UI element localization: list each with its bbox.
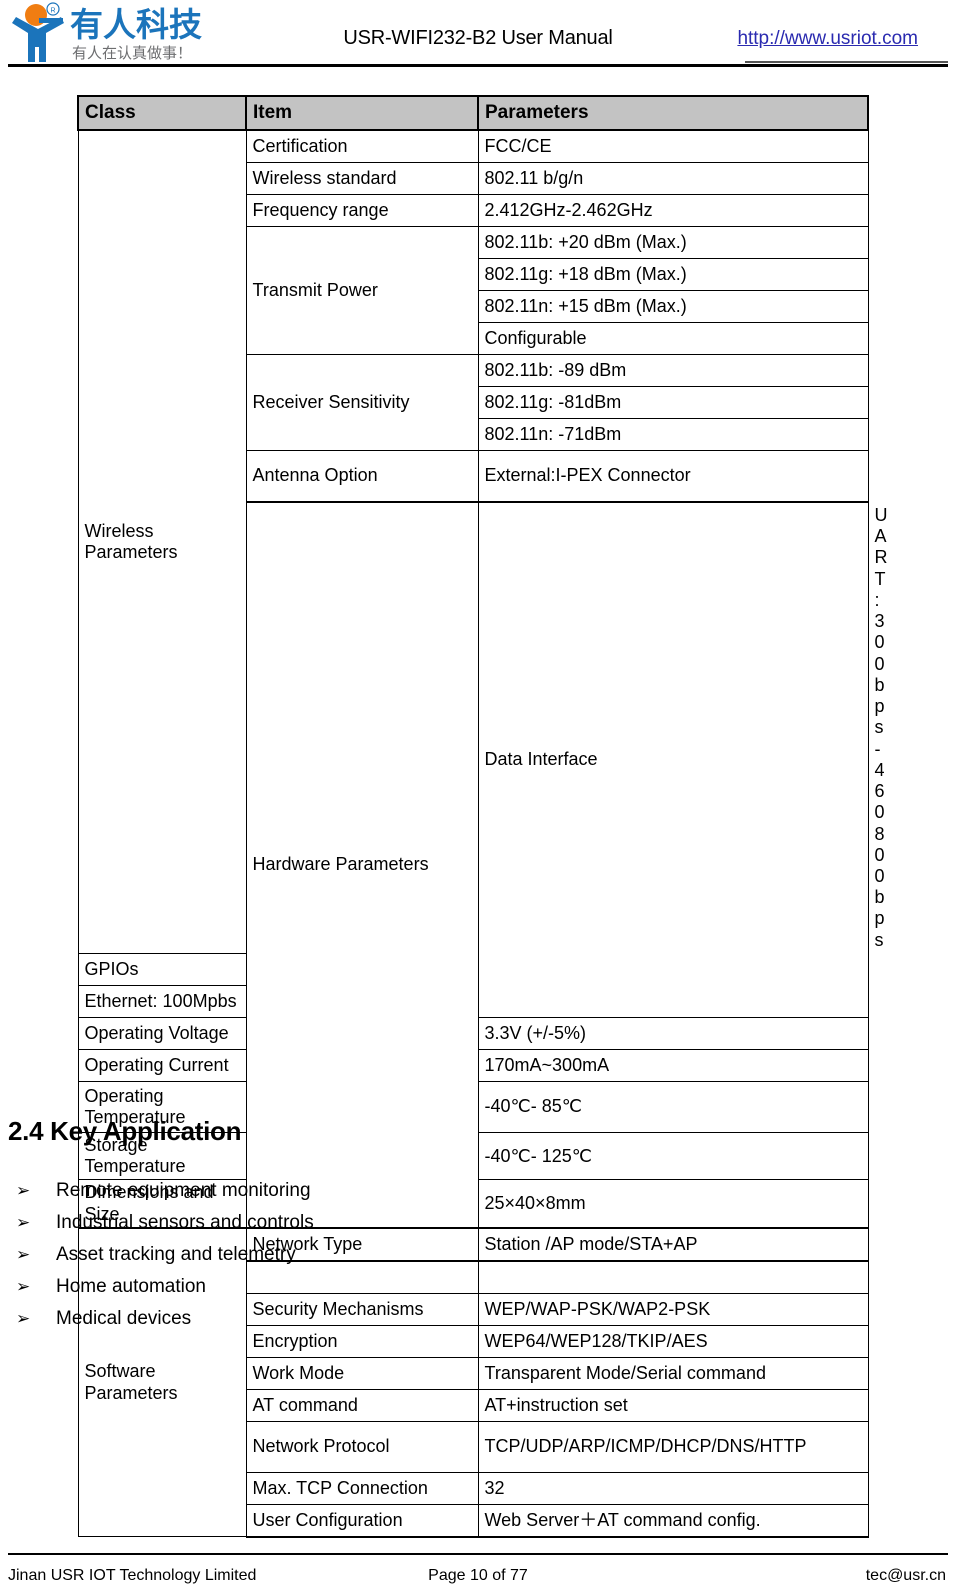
param-cell: 170mA~300mA — [477, 1048, 869, 1082]
section-heading-key-application: 2.4 Key Application — [8, 1116, 242, 1146]
item-cell: Antenna Option — [245, 450, 479, 503]
list-item: ➢ Industrial sensors and controls — [8, 1212, 608, 1244]
arrow-bullet-icon: ➢ — [16, 1213, 31, 1232]
param-cell: 802.11n: +15 dBm (Max.) — [477, 290, 869, 323]
param-cell: 802.11g: +18 dBm (Max.) — [477, 258, 869, 291]
list-item: ➢ Medical devices — [8, 1308, 608, 1340]
item-cell: Wireless standard — [245, 162, 479, 195]
header-divider-accent — [745, 61, 948, 63]
list-item: ➢ Asset tracking and telemetry — [8, 1244, 608, 1276]
footer-email: tec@usr.cn — [865, 1567, 946, 1584]
list-item-label: Home automation — [56, 1276, 206, 1297]
param-cell: 802.11n: -71dBm — [477, 418, 869, 451]
list-item-label: Remote equipment monitoring — [56, 1180, 311, 1201]
arrow-bullet-icon: ➢ — [16, 1309, 31, 1328]
item-cell: Frequency range — [245, 194, 479, 227]
param-cell: GPIOs — [77, 952, 247, 986]
param-cell: -40℃- 125℃ — [477, 1131, 869, 1181]
list-item-label: Asset tracking and telemetry — [56, 1244, 296, 1265]
item-cell: Operating Voltage — [77, 1016, 247, 1050]
param-cell: External:I-PEX Connector — [477, 450, 869, 503]
param-cell: 802.11 b/g/n — [477, 162, 869, 195]
item-cell: Certification — [245, 129, 479, 163]
item-cell: Max. TCP Connection — [245, 1471, 479, 1505]
item-cell: User Configuration — [245, 1503, 479, 1538]
key-application-list: ➢ Remote equipment monitoring ➢ Industri… — [8, 1180, 608, 1340]
column-header-class: Class — [77, 95, 247, 131]
param-cell: Transparent Mode/Serial command — [477, 1356, 869, 1390]
item-cell: Operating Current — [77, 1048, 247, 1082]
arrow-bullet-icon: ➢ — [16, 1245, 31, 1264]
param-cell: 2.412GHz-2.462GHz — [477, 194, 869, 227]
item-cell: AT command — [245, 1388, 479, 1422]
param-cell: Configurable — [477, 322, 869, 355]
section-label-hardware: Hardware Parameters — [245, 501, 479, 1229]
item-cell: Network Protocol — [245, 1420, 479, 1473]
item-cell: Work Mode — [245, 1356, 479, 1390]
item-cell: Data Interface — [477, 500, 869, 1018]
list-item-label: Medical devices — [56, 1308, 192, 1329]
param-cell: FCC/CE — [477, 129, 869, 163]
table-row: Wireless Parameters Certification FCC/CE — [77, 129, 869, 954]
list-item-label: Industrial sensors and controls — [56, 1212, 314, 1233]
param-cell: 802.11g: -81dBm — [477, 386, 869, 419]
param-cell: AT+instruction set — [477, 1388, 869, 1422]
table-header-row: Class Item Parameters — [77, 95, 869, 131]
param-cell: 32 — [477, 1471, 869, 1505]
list-item: ➢ Home automation — [8, 1276, 608, 1308]
param-cell: -40℃- 85℃ — [477, 1080, 869, 1133]
column-header-item: Item — [245, 95, 479, 131]
section-label-wireless: Wireless Parameters — [77, 129, 247, 954]
column-header-parameters: Parameters — [477, 95, 869, 131]
param-cell: Web Server＋AT command config. — [477, 1503, 869, 1538]
header-website-link[interactable]: http://www.usriot.com — [737, 28, 918, 50]
list-item: ➢ Remote equipment monitoring — [8, 1180, 608, 1212]
arrow-bullet-icon: ➢ — [16, 1277, 31, 1296]
param-cell: 3.3V (+/-5%) — [477, 1016, 869, 1050]
arrow-bullet-icon: ➢ — [16, 1181, 31, 1200]
param-cell: Ethernet: 100Mpbs — [77, 984, 247, 1018]
param-cell: 802.11b: +20 dBm (Max.) — [477, 226, 869, 259]
page-header: R 有人科技 有人在认真做事！ USR-WIFI232-B2 User Manu… — [0, 0, 956, 68]
registered-mark-icon: R — [46, 2, 60, 16]
footer-divider — [8, 1553, 948, 1555]
item-cell: Transmit Power — [245, 226, 479, 355]
header-divider — [8, 64, 948, 67]
param-cell: TCP/UDP/ARP/ICMP/DHCP/DNS/HTTP — [477, 1420, 869, 1473]
footer-page-number: Page 10 of 77 — [428, 1567, 528, 1584]
page-footer: Jinan USR IOT Technology Limited Page 10… — [0, 1553, 956, 1593]
item-cell: Receiver Sensitivity — [245, 354, 479, 451]
param-cell: 802.11b: -89 dBm — [477, 354, 869, 387]
svg-text:R: R — [50, 8, 55, 15]
